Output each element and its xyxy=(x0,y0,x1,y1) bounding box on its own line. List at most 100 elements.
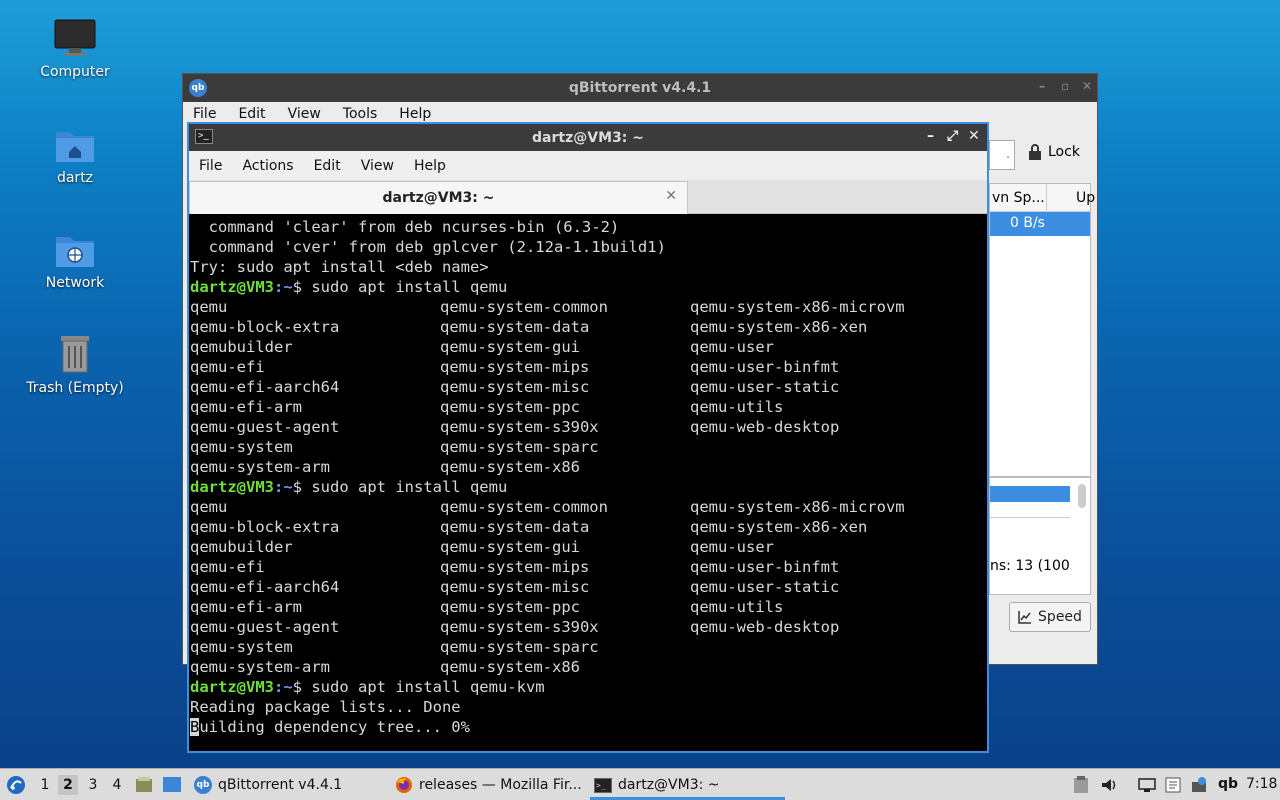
prompt-command: $ sudo apt install qemu xyxy=(292,278,508,296)
terminal-line: command 'clear' from deb ncurses-bin (6.… xyxy=(190,218,620,236)
package-name: qemu-system-common xyxy=(440,298,608,316)
terminal-line: qemu-guest-agent qemu-system-s390x qemu-we… xyxy=(190,417,987,437)
update-notifier-icon[interactable] xyxy=(1190,776,1208,794)
lock-label: Lock xyxy=(1048,144,1080,160)
terminal-icon: >_ xyxy=(195,129,213,144)
network-icon[interactable] xyxy=(1138,776,1156,794)
terminal-output[interactable]: command 'clear' from deb ncurses-bin (6.… xyxy=(189,214,987,751)
home-folder-icon xyxy=(56,132,94,162)
prompt-user: dartz@VM3 xyxy=(190,278,274,296)
prompt-command: $ sudo apt install qemu xyxy=(292,478,508,496)
clock[interactable]: 7:18 xyxy=(1246,776,1277,792)
workspace-4[interactable]: 4 xyxy=(107,775,127,795)
terminal-window[interactable]: >_ dartz@VM3: ~ – ⤢ ✕ File Actions Edit … xyxy=(187,122,989,753)
terminal-line: Try: sudo apt install <deb name> xyxy=(190,258,489,276)
torrent-list[interactable]: vn Sp... Up 0 B/s xyxy=(989,183,1095,477)
lubuntu-logo-icon xyxy=(7,776,25,794)
package-name: qemu-user-static xyxy=(690,578,840,596)
properties-pane[interactable]: ns: 13 (100 r xyxy=(989,477,1091,595)
task-qbittorrent[interactable]: qb qBittorrent v4.4.1 xyxy=(194,769,342,800)
chart-icon xyxy=(1018,611,1032,624)
package-name: qemu-web-desktop xyxy=(690,418,840,436)
terminal-line: qemu-block-extra qemu-system-data qemu-sys… xyxy=(190,517,987,537)
taskbar: 1 2 3 4 qb qBittorrent v4.4.1 releases —… xyxy=(0,768,1280,800)
prompt-user: dartz@VM3 xyxy=(190,478,274,496)
desktop-icon-home-folder[interactable]: dartz xyxy=(20,124,130,186)
speed-button-label: Speed xyxy=(1038,609,1082,625)
menu-tools[interactable]: Tools xyxy=(343,106,378,122)
package-name: qemu-block-extra xyxy=(190,318,340,336)
menu-edit[interactable]: Edit xyxy=(238,106,265,122)
terminal-line: qemu-efi qemu-system-mips qemu-user-binfmt xyxy=(190,557,987,577)
lock-button[interactable]: Lock xyxy=(1028,144,1080,160)
terminal-line: qemu-system qemu-system-sparc xyxy=(190,637,987,657)
column-down-speed[interactable]: vn Sp... xyxy=(992,190,1045,206)
notes-icon[interactable] xyxy=(1164,776,1182,794)
package-name: qemu-block-extra xyxy=(190,518,340,536)
desktop-icon-trash[interactable]: Trash (Empty) xyxy=(20,332,130,396)
start-menu-button[interactable] xyxy=(6,769,26,800)
package-name: qemu-system-s390x xyxy=(440,418,599,436)
menu-view[interactable]: View xyxy=(288,106,321,122)
speed-button[interactable]: Speed xyxy=(1009,602,1091,632)
package-name: qemu-system-gui xyxy=(440,538,580,556)
menu-edit[interactable]: Edit xyxy=(314,158,341,174)
terminal-title: dartz@VM3: ~ xyxy=(532,129,644,146)
package-name: qemu xyxy=(190,298,228,316)
menu-file[interactable]: File xyxy=(193,106,216,122)
volume-icon[interactable] xyxy=(1100,776,1118,794)
package-name: qemu-system-misc xyxy=(440,578,590,596)
terminal-tab[interactable]: dartz@VM3: ~ ✕ xyxy=(189,181,688,214)
prompt-path: :~ xyxy=(274,678,293,696)
tab-close-icon[interactable]: ✕ xyxy=(665,188,677,204)
task-label: qBittorrent v4.4.1 xyxy=(218,777,343,793)
desktop-icon xyxy=(163,777,181,792)
tray-qbittorrent-icon[interactable]: qb xyxy=(1218,776,1238,792)
package-name: qemu-user-binfmt xyxy=(690,558,840,576)
package-name: qemu-system-data xyxy=(440,318,590,336)
menu-help[interactable]: Help xyxy=(414,158,446,174)
column-up-speed[interactable]: Up xyxy=(1076,190,1095,206)
qbittorrent-titlebar[interactable]: qb qBittorrent v4.4.1 – ▫ ✕ xyxy=(183,74,1097,102)
menu-actions[interactable]: Actions xyxy=(242,158,293,174)
workspace-3[interactable]: 3 xyxy=(83,775,103,795)
close-icon[interactable]: ✕ xyxy=(1082,79,1092,93)
package-name: qemu-system-x86 xyxy=(440,658,580,676)
firefox-icon xyxy=(396,777,412,793)
terminal-tabbar: dartz@VM3: ~ ✕ xyxy=(189,180,987,214)
menu-view[interactable]: View xyxy=(361,158,394,174)
network-folder-icon xyxy=(56,237,94,267)
terminal-line: qemubuilder qemu-system-gui qemu-user xyxy=(190,337,987,357)
search-input[interactable]: . xyxy=(989,140,1015,170)
package-name: qemu-user xyxy=(690,338,774,356)
clipboard-icon[interactable] xyxy=(1072,776,1090,794)
computer-icon xyxy=(54,19,96,56)
workspace-1[interactable]: 1 xyxy=(35,775,55,795)
terminal-line: qemu-system-arm qemu-system-x86 xyxy=(190,457,987,477)
terminal-line: dartz@VM3:~$ sudo apt install qemu xyxy=(190,277,987,297)
desktop-icon-computer[interactable]: Computer xyxy=(20,18,130,80)
qbittorrent-title: qBittorrent v4.4.1 xyxy=(568,80,712,96)
task-terminal[interactable]: >_ dartz@VM3: ~ xyxy=(594,769,720,800)
terminal-titlebar[interactable]: >_ dartz@VM3: ~ – ⤢ ✕ xyxy=(189,124,987,151)
task-firefox[interactable]: releases — Mozilla Fir... xyxy=(395,769,582,800)
minimize-icon[interactable]: – xyxy=(1039,79,1045,93)
workspace-2[interactable]: 2 xyxy=(58,775,78,795)
terminal-line: qemu-system qemu-system-sparc xyxy=(190,437,987,457)
menu-file[interactable]: File xyxy=(199,158,222,174)
package-name: qemu-efi-aarch64 xyxy=(190,578,340,596)
menu-help[interactable]: Help xyxy=(399,106,431,122)
maximize-icon[interactable]: ▫ xyxy=(1061,79,1069,93)
show-desktop-button[interactable] xyxy=(162,769,182,800)
quicklaunch-file-manager[interactable] xyxy=(135,769,153,800)
desktop-icon-network[interactable]: Network xyxy=(20,229,130,291)
terminal-line: qemu qemu-system-common qemu-system-x86-mi… xyxy=(190,497,987,517)
minimize-icon[interactable]: – xyxy=(927,128,934,144)
maximize-icon[interactable]: ⤢ xyxy=(947,128,958,144)
table-row[interactable]: 0 B/s xyxy=(990,212,1090,236)
terminal-line: qemu-efi-arm qemu-system-ppc qemu-utils xyxy=(190,597,987,617)
scrollbar[interactable] xyxy=(1078,484,1086,508)
lock-icon xyxy=(1029,144,1041,160)
close-icon[interactable]: ✕ xyxy=(968,128,980,144)
package-name: qemu-utils xyxy=(690,598,784,616)
